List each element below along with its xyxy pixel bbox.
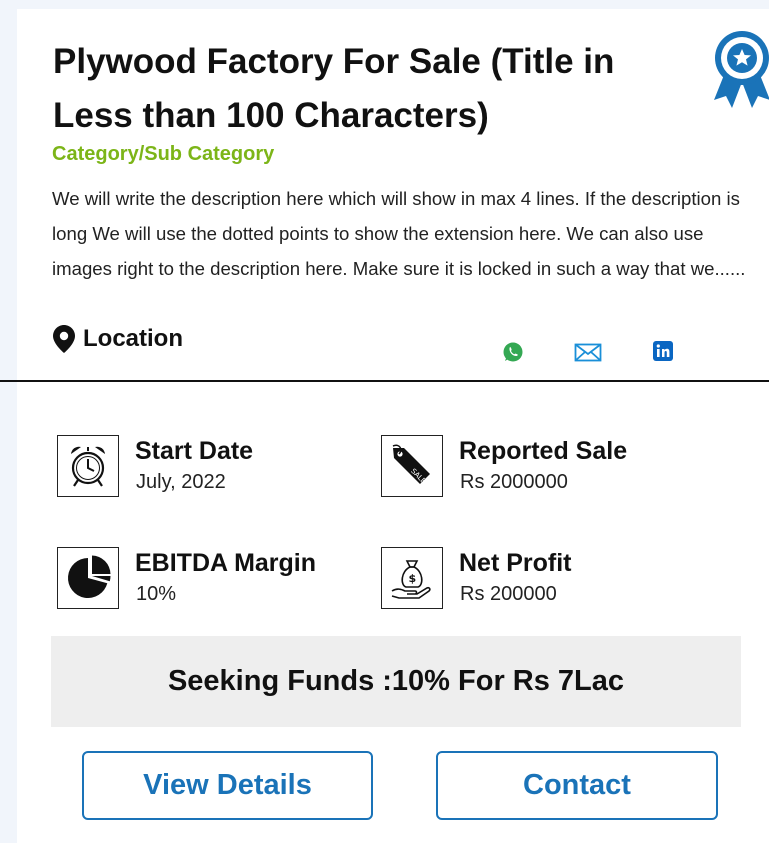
pie-chart-icon	[57, 547, 119, 609]
net-profit-value: Rs 200000	[460, 583, 557, 605]
reported-sale-value: Rs 2000000	[460, 471, 568, 493]
svg-text:$: $	[409, 572, 417, 585]
stat-start-date: Start Date July, 2022	[57, 435, 253, 497]
location-label: Location	[83, 325, 183, 352]
award-ribbon-icon	[712, 28, 769, 108]
alarm-clock-icon	[57, 435, 119, 497]
section-divider	[0, 380, 769, 382]
ebitda-margin-label: EBITDA Margin	[135, 549, 317, 577]
map-pin-icon	[53, 325, 75, 353]
listing-card: Plywood Factory For Sale (Title in Less …	[0, 9, 769, 843]
net-profit-label: Net Profit	[459, 549, 572, 577]
ebitda-margin-value: 10%	[136, 583, 177, 605]
stat-net-profit: $ Net Profit Rs 200000	[381, 547, 572, 609]
view-details-button[interactable]: View Details	[82, 751, 373, 820]
email-icon[interactable]	[574, 341, 602, 363]
contact-button[interactable]: Contact	[436, 751, 718, 820]
stat-ebitda-margin: EBITDA Margin 10%	[57, 547, 316, 609]
seeking-funds-banner: Seeking Funds :10% For Rs 7Lac	[51, 636, 741, 727]
listing-description: We will write the description here which…	[52, 188, 746, 279]
whatsapp-icon[interactable]	[502, 341, 524, 363]
start-date-value: July, 2022	[136, 471, 226, 493]
category-label: Category/Sub Category	[52, 143, 275, 165]
sale-tag-icon: SALE	[381, 435, 443, 497]
stat-reported-sale: SALE Reported Sale Rs 2000000	[381, 435, 627, 497]
start-date-label: Start Date	[135, 437, 254, 465]
linkedin-icon[interactable]	[653, 341, 673, 363]
location-row: Location	[53, 325, 183, 353]
money-bag-hand-icon: $	[381, 547, 443, 609]
reported-sale-label: Reported Sale	[459, 437, 628, 465]
listing-title: Plywood Factory For Sale (Title in Less …	[53, 42, 615, 135]
